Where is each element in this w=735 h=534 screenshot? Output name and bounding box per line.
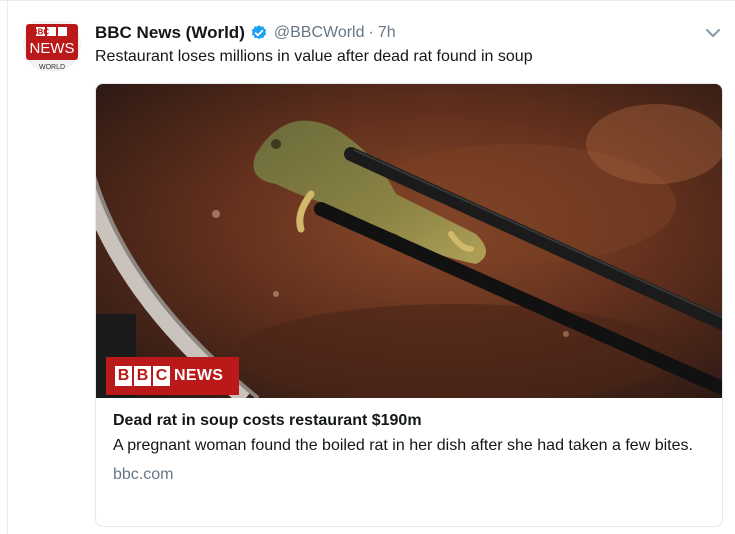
avatar[interactable]: BBC NEWS WORLD [22, 15, 82, 73]
tweet-text: Restaurant loses millions in value after… [95, 48, 533, 65]
bbc-letter: C [153, 366, 170, 386]
timeline-divider [7, 1, 8, 534]
link-card[interactable]: B B C NEWS Dead rat in soup costs restau… [95, 83, 723, 527]
verified-badge-icon [250, 24, 268, 42]
svg-text:BBC: BBC [32, 28, 50, 37]
card-title[interactable]: Dead rat in soup costs restaurant $190m [113, 412, 713, 430]
tweet-header: BBC News (World) @BBCWorld · 7h [95, 21, 396, 45]
bbc-letter: B [134, 366, 151, 386]
bbc-overlay-news-label: NEWS [174, 367, 224, 384]
card-domain[interactable]: bbc.com [113, 466, 713, 484]
card-image[interactable] [96, 84, 723, 398]
bbc-news-overlay-badge: B B C NEWS [106, 357, 239, 395]
display-name[interactable]: BBC News (World) [95, 23, 245, 43]
tweet-timestamp[interactable]: 7h [378, 24, 396, 42]
avatar-news-text: NEWS [30, 40, 75, 57]
bbc-news-world-logo-icon: BBC NEWS WORLD [23, 15, 81, 73]
user-handle[interactable]: @BBCWorld [274, 24, 365, 42]
tweet[interactable]: BBC NEWS WORLD BBC News (World) @BBCWorl… [0, 0, 735, 534]
separator-dot: · [368, 24, 374, 41]
bbc-letter: B [115, 366, 132, 386]
chevron-down-icon[interactable] [705, 26, 721, 38]
card-description: A pregnant woman found the boiled rat in… [113, 437, 693, 454]
avatar-world-text: WORLD [39, 64, 65, 71]
card-body[interactable]: Dead rat in soup costs restaurant $190m … [113, 412, 713, 484]
